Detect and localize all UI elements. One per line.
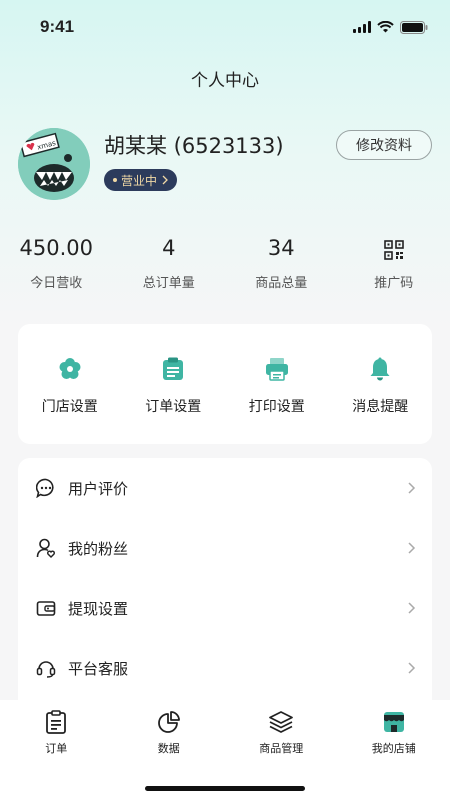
setting-store[interactable]: 门店设置 [18,324,122,444]
tab-orders-label: 订单 [45,742,68,755]
profile-section: xmas 胡某某 (6523133) 营业中 修改资料 [18,128,432,208]
chevron-right-icon [162,175,168,185]
wifi-icon [377,21,394,33]
user-heart-icon [36,538,56,558]
setting-notification-label: 消息提醒 [352,399,409,415]
stats-row: 450.00 今日营收 4 总订单量 34 商品总量 推广码 [0,236,450,291]
stat-orders[interactable]: 4 总订单量 [113,236,226,291]
status-dot-icon [113,178,117,182]
battery-icon [400,20,428,34]
stat-revenue-value: 450.00 [19,236,93,260]
edit-profile-button[interactable]: 修改资料 [336,130,432,160]
menu-item-withdrawal-label: 提现设置 [68,599,129,618]
setting-print[interactable]: 打印设置 [225,324,329,444]
bottom-tab-bar: 订单 数据 商品管理 我的店铺 [0,700,450,800]
tab-products[interactable]: 商品管理 [225,710,338,764]
status-bar: 9:41 [0,0,450,54]
layers-icon [269,710,294,734]
stat-revenue[interactable]: 450.00 今日营收 [0,236,113,291]
bell-icon [367,356,393,382]
stat-orders-label: 总订单量 [142,276,195,291]
chat-icon [36,478,56,498]
tab-orders[interactable]: 订单 [0,710,113,764]
status-time: 9:41 [40,17,75,36]
setting-notification[interactable]: 消息提醒 [329,324,433,444]
stat-promo-code-label: 推广码 [374,276,414,291]
store-icon [382,710,406,734]
chevron-right-icon [408,602,416,614]
stat-promo-code[interactable]: 推广码 [338,236,450,291]
home-indicator[interactable] [145,786,305,791]
settings-card: 门店设置 订单设置 打印设置 消息提醒 [18,324,432,444]
menu-item-fans[interactable]: 我的粉丝 [18,518,432,578]
setting-order[interactable]: 订单设置 [122,324,226,444]
setting-store-label: 门店设置 [41,399,98,415]
tab-products-label: 商品管理 [259,742,304,755]
headset-icon [36,658,56,678]
gear-icon [57,356,83,382]
menu-card: 用户评价 我的粉丝 提现设置 平台客服 [18,458,432,718]
printer-icon [264,356,290,382]
wallet-icon [36,598,56,618]
menu-item-reviews-label: 用户评价 [68,479,129,498]
avatar[interactable]: xmas [18,128,90,200]
menu-item-fans-label: 我的粉丝 [68,539,129,558]
orders-icon [44,710,68,734]
page-title: 个人中心 [191,71,259,91]
signal-icon [353,21,371,33]
monster-avatar-image: xmas [18,128,90,200]
stat-products-value: 34 [267,236,295,260]
stat-products[interactable]: 34 商品总量 [225,236,338,291]
stat-orders-value: 4 [162,236,176,260]
business-status-badge[interactable]: 营业中 [104,169,178,191]
menu-item-reviews[interactable]: 用户评价 [18,458,432,518]
user-name: 胡某某 (6523133) [104,134,284,158]
tab-data[interactable]: 数据 [113,710,226,764]
stat-products-label: 商品总量 [255,276,308,291]
setting-order-label: 订单设置 [145,399,202,415]
business-status-label: 营业中 [121,173,158,188]
pie-chart-icon [157,710,181,734]
stat-revenue-label: 今日营收 [30,276,83,291]
menu-item-support-label: 平台客服 [68,659,129,678]
status-icons [353,20,428,34]
clipboard-icon [160,356,186,382]
tab-data-label: 数据 [157,742,180,755]
chevron-right-icon [408,662,416,674]
menu-item-support[interactable]: 平台客服 [18,638,432,698]
qr-code-icon [338,236,450,264]
chevron-right-icon [408,542,416,554]
tab-my-store[interactable]: 我的店铺 [338,710,450,764]
tab-my-store-label: 我的店铺 [371,742,416,755]
chevron-right-icon [408,482,416,494]
menu-item-withdrawal[interactable]: 提现设置 [18,578,432,638]
setting-print-label: 打印设置 [248,399,305,415]
